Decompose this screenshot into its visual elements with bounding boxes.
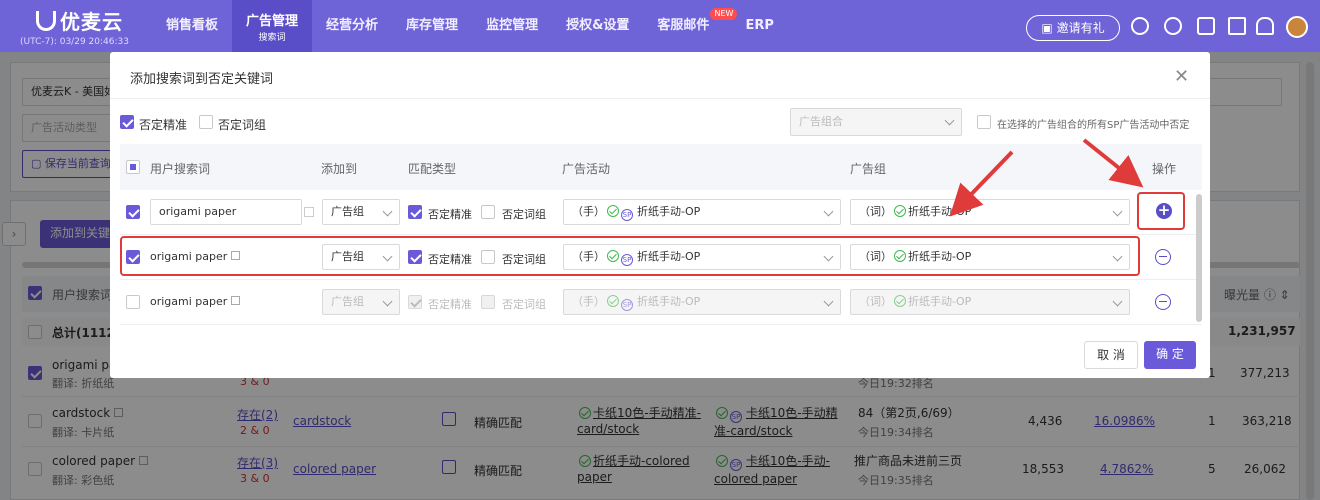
arrow-to-add-button [1082, 138, 1144, 188]
annotation-arrows [949, 138, 1144, 217]
arrow-to-adgroup [949, 150, 1014, 217]
